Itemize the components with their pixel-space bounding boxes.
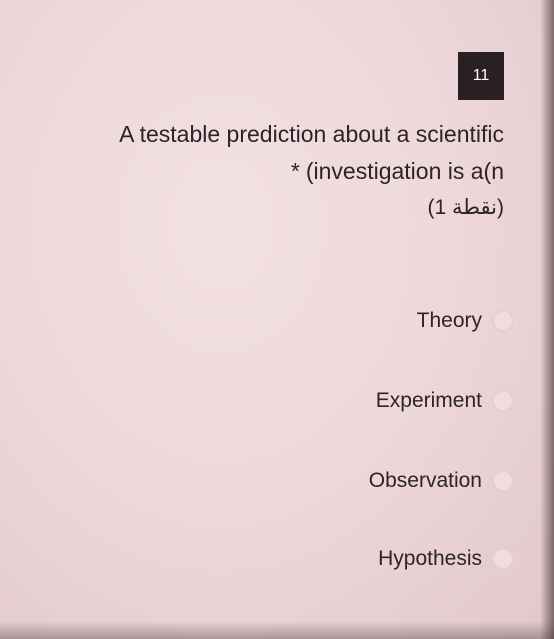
option-label: Observation — [368, 469, 482, 492]
option-label: Experiment — [375, 389, 482, 412]
radio-button[interactable] — [492, 390, 514, 412]
required-asterisk: * — [290, 158, 300, 184]
question-line-2: (investigation is a(n — [305, 158, 504, 184]
option-label: Theory — [416, 309, 482, 332]
question-line-2-wrapper: * (investigation is a(n — [20, 153, 504, 190]
option-experiment[interactable]: Experiment — [376, 389, 514, 413]
points-label: (1 نقطة) — [427, 196, 504, 219]
question-line-1: A testable prediction about a scientific — [119, 121, 504, 147]
radio-button[interactable] — [492, 470, 514, 492]
radio-button[interactable] — [492, 548, 514, 570]
screen-bottom-shadow — [0, 621, 554, 639]
option-observation[interactable]: Observation — [369, 469, 514, 493]
screen-edge-shadow — [540, 0, 554, 639]
option-theory[interactable]: Theory — [417, 309, 514, 333]
radio-button[interactable] — [492, 310, 514, 332]
question-card: 11 A testable prediction about a scienti… — [0, 0, 554, 639]
option-hypothesis[interactable]: Hypothesis — [378, 547, 514, 571]
option-label: Hypothesis — [378, 547, 482, 570]
question-number-badge: 11 — [458, 52, 504, 100]
question-text: A testable prediction about a scientific… — [20, 116, 504, 190]
